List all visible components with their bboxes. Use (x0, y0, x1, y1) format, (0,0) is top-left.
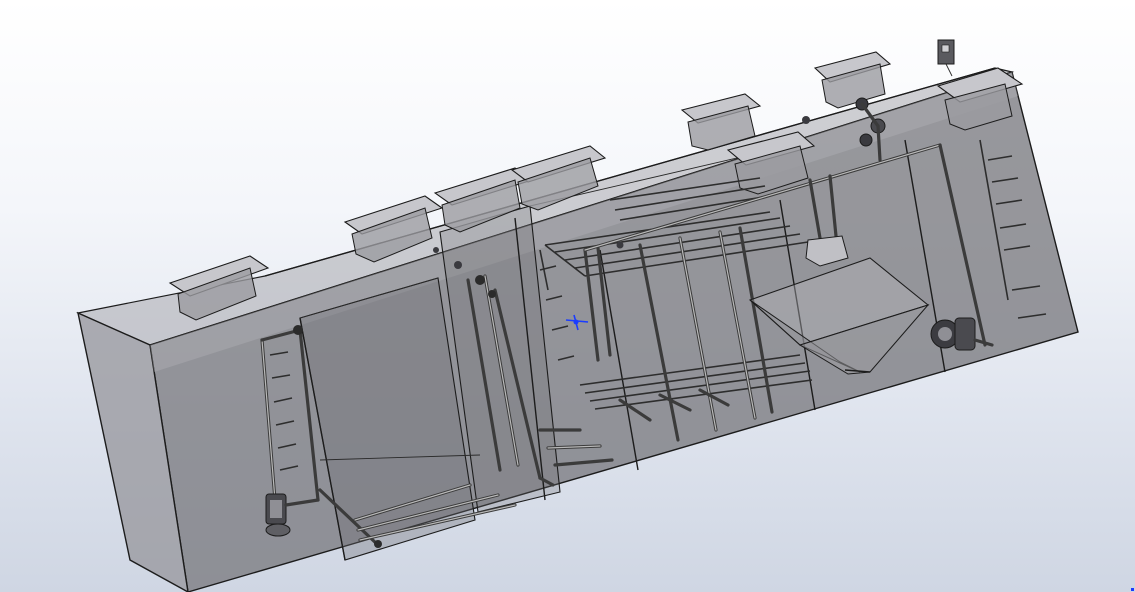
hatch-7[interactable] (813, 51, 892, 109)
model-canvas[interactable] (0, 0, 1135, 592)
cad-viewport[interactable] (0, 0, 1135, 592)
hatch-9[interactable] (937, 39, 955, 77)
corner-indicator (1131, 588, 1134, 591)
